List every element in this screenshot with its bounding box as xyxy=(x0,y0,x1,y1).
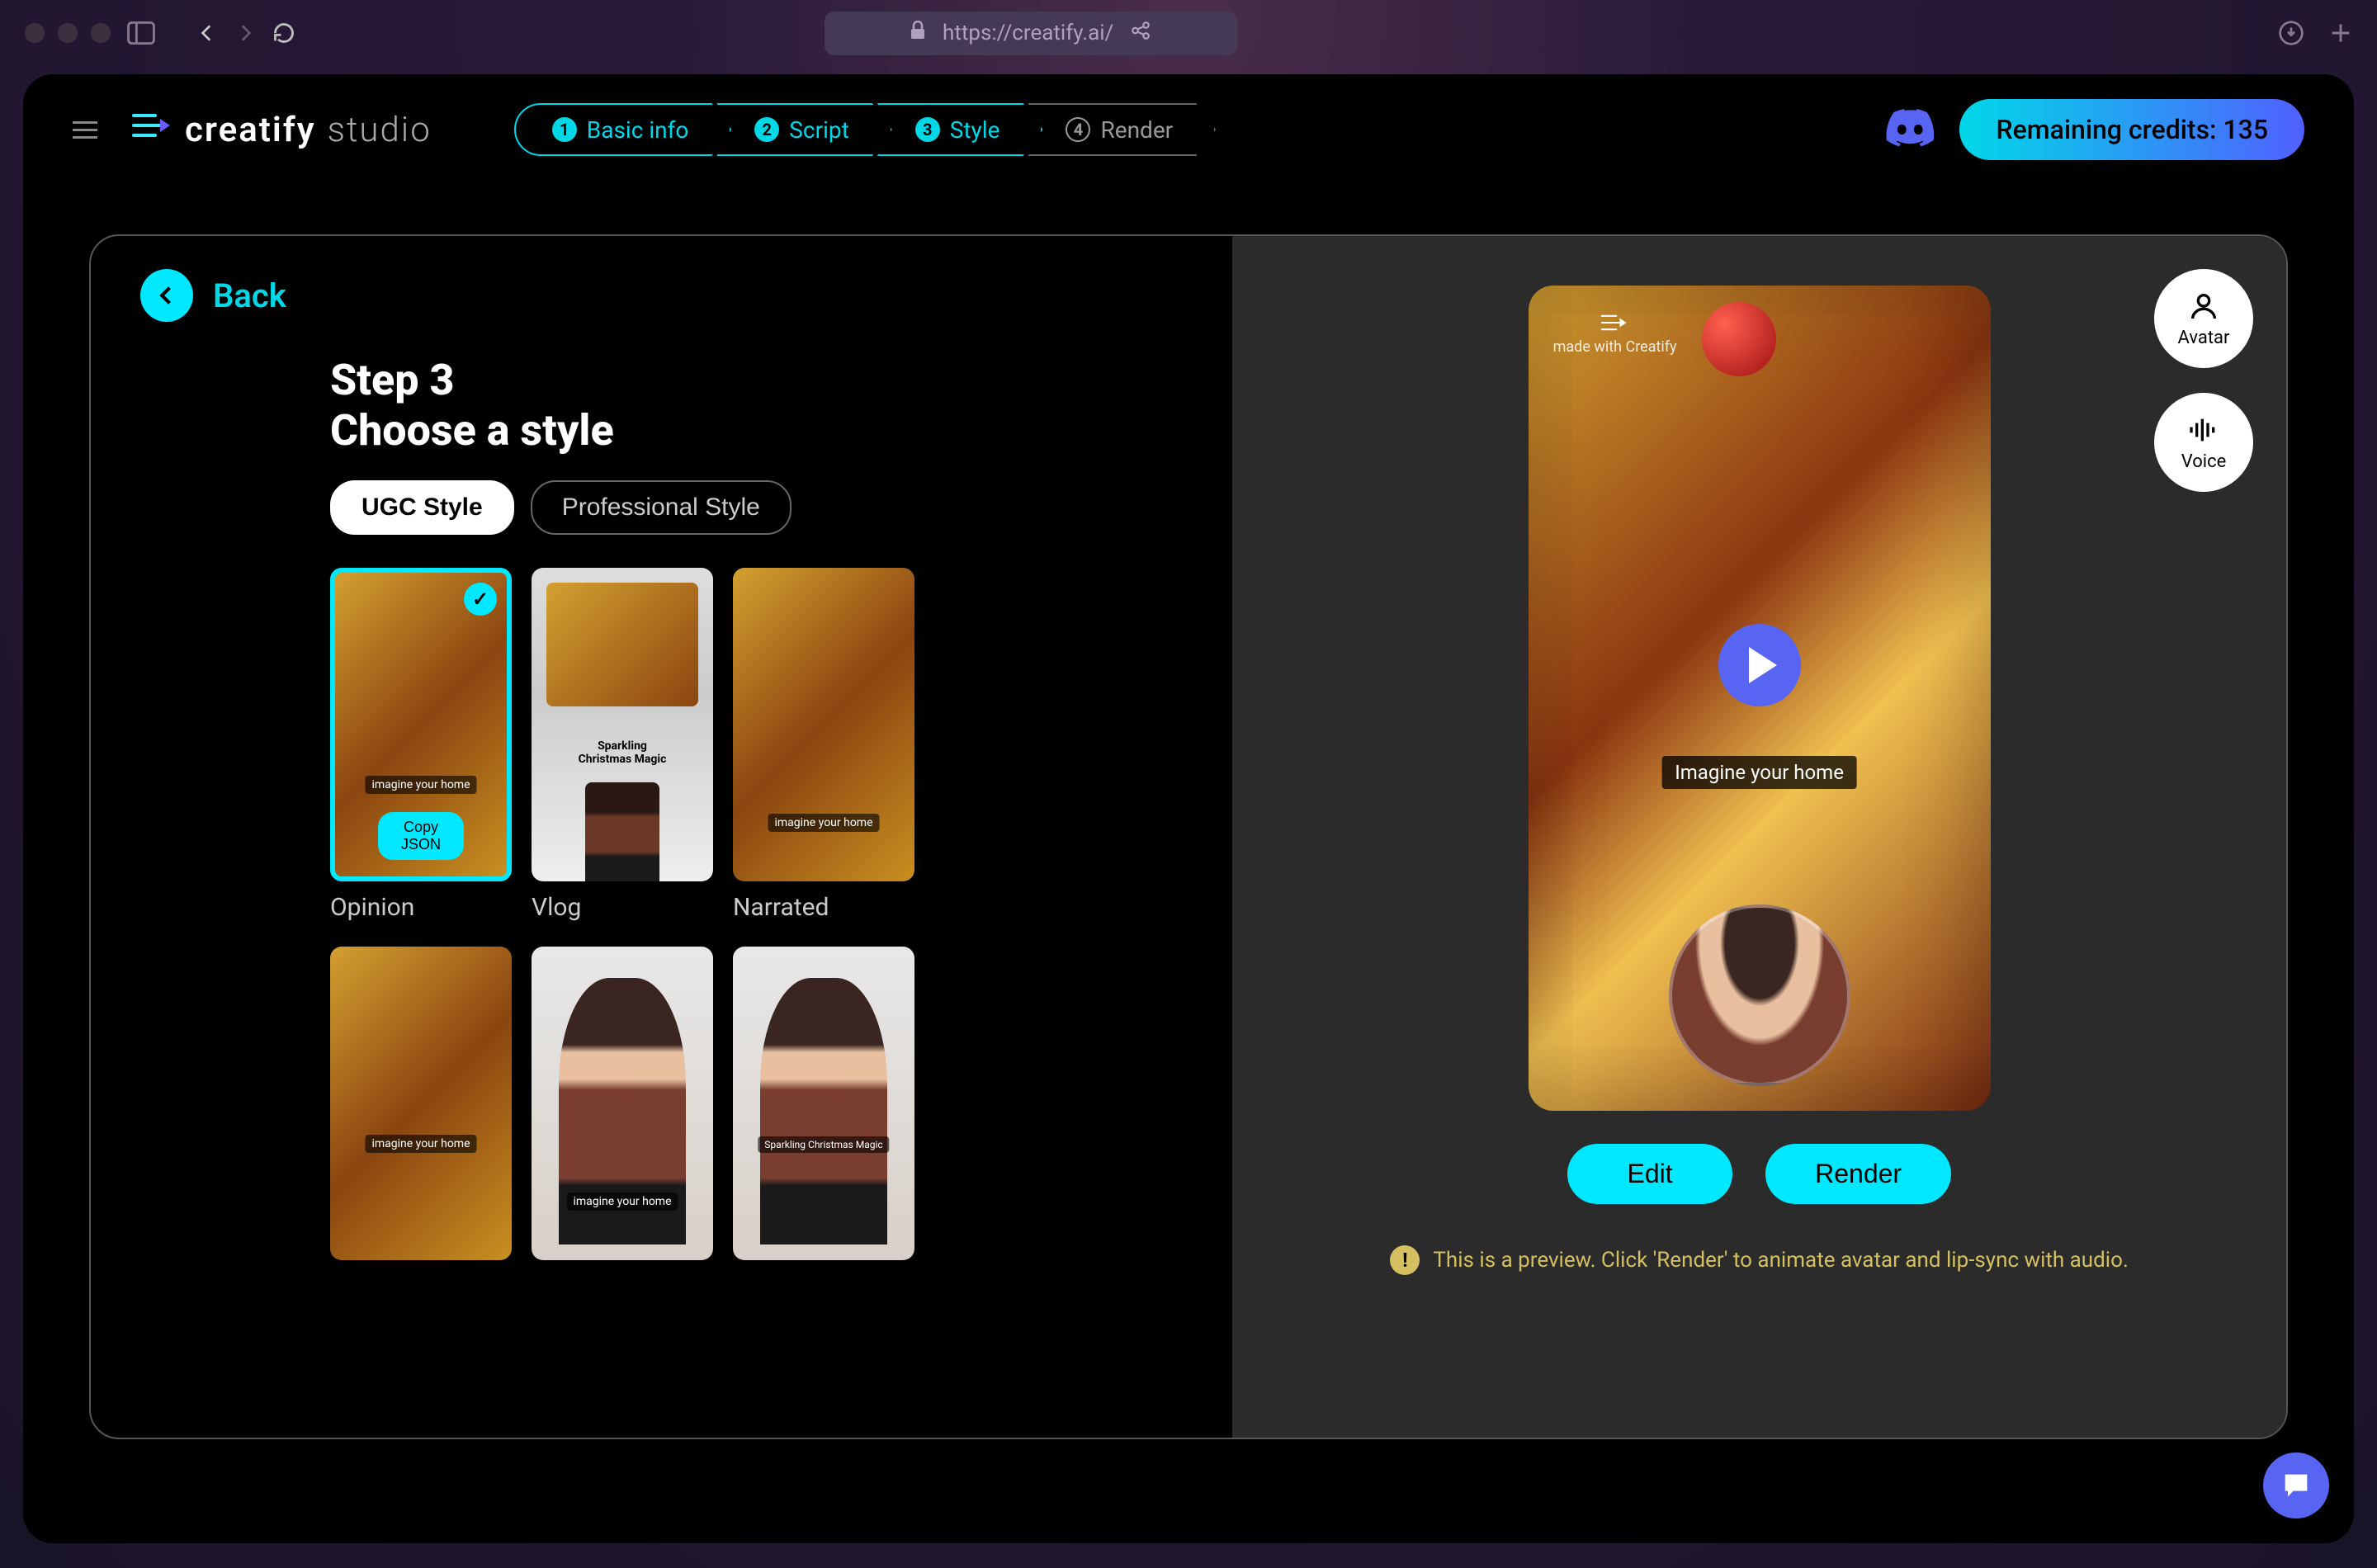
style-card-5[interactable]: imagine your home xyxy=(532,947,713,1260)
selected-check-icon: ✓ xyxy=(464,583,497,616)
step-subheading: Choose a style xyxy=(330,405,1183,456)
step-script[interactable]: 2 Script xyxy=(716,103,891,156)
left-pane: Back Step 3 Choose a style UGC Style Pro… xyxy=(91,236,1232,1438)
logo[interactable]: creatify studio xyxy=(130,107,432,153)
reload-icon[interactable] xyxy=(272,21,295,45)
vlog-avatar-icon xyxy=(585,782,659,881)
back-button[interactable] xyxy=(140,269,193,322)
ornament-decoration xyxy=(1702,302,1776,376)
style-card-narrated[interactable]: imagine your home Narrated xyxy=(733,568,914,922)
nav-forward-icon[interactable] xyxy=(234,22,256,44)
topbar: creatify studio 1 Basic info 2 Script 3 … xyxy=(23,74,2354,185)
sidebar-toggle-icon[interactable] xyxy=(127,21,155,45)
logo-text: creatify xyxy=(185,110,316,150)
logo-mark-icon xyxy=(130,107,177,153)
preview-card[interactable]: made with Creatify Imagine your home xyxy=(1529,286,1991,1111)
preview-caption: Imagine your home xyxy=(1661,756,1857,789)
preview-note: ! This is a preview. Click 'Render' to a… xyxy=(1390,1245,2128,1275)
discord-icon[interactable] xyxy=(1885,108,1935,151)
thumb-opinion[interactable]: ✓ imagine your home Copy JSON xyxy=(330,568,512,881)
step-heading: Step 3 xyxy=(330,355,1183,405)
thumb-6[interactable]: Sparkling Christmas Magic xyxy=(733,947,914,1260)
thumb-narrated[interactable]: imagine your home xyxy=(733,568,914,881)
downloads-icon[interactable] xyxy=(2278,20,2304,46)
play-button[interactable] xyxy=(1718,624,1801,706)
step-style[interactable]: 3 Style xyxy=(877,103,1043,156)
nav-back-icon[interactable] xyxy=(196,22,218,44)
step-render[interactable]: 4 Render xyxy=(1028,103,1216,156)
window-controls xyxy=(25,23,111,43)
step-basic-info[interactable]: 1 Basic info xyxy=(514,103,732,156)
style-card-6[interactable]: Sparkling Christmas Magic xyxy=(733,947,914,1260)
browser-chrome: https://creatify.ai/ xyxy=(0,0,2377,66)
thumb-5[interactable]: imagine your home xyxy=(532,947,713,1260)
lock-icon xyxy=(910,21,926,46)
share-icon[interactable] xyxy=(1130,20,1151,47)
card-label-narrated: Narrated xyxy=(733,893,914,922)
back-label[interactable]: Back xyxy=(213,276,286,315)
render-button[interactable]: Render xyxy=(1765,1144,1951,1204)
style-grid: ✓ imagine your home Copy JSON Opinion Sp… xyxy=(330,568,1183,1260)
close-window-icon[interactable] xyxy=(25,23,45,43)
preview-avatar-bubble xyxy=(1669,904,1850,1086)
thumb-vlog[interactable]: SparklingChristmas Magic xyxy=(532,568,713,881)
edit-button[interactable]: Edit xyxy=(1567,1144,1732,1204)
play-icon xyxy=(1749,647,1777,683)
minimize-window-icon[interactable] xyxy=(58,23,78,43)
chat-widget-icon[interactable] xyxy=(2263,1452,2329,1518)
right-pane: Avatar Voice made with Creatify Imagine … xyxy=(1232,236,2286,1438)
warning-icon: ! xyxy=(1390,1245,1420,1275)
maximize-window-icon[interactable] xyxy=(91,23,111,43)
preview-watermark: made with Creatify xyxy=(1553,310,1677,356)
menu-icon[interactable] xyxy=(73,121,97,139)
copy-json-button[interactable]: Copy JSON xyxy=(378,812,464,860)
card-label-opinion: Opinion xyxy=(330,893,512,922)
new-tab-icon[interactable] xyxy=(2329,21,2352,45)
style-card-opinion[interactable]: ✓ imagine your home Copy JSON Opinion xyxy=(330,568,512,922)
stepper: 1 Basic info 2 Script 3 Style 4 Render xyxy=(514,103,1216,156)
main-panel: Back Step 3 Choose a style UGC Style Pro… xyxy=(89,234,2288,1439)
thumb-4[interactable]: imagine your home xyxy=(330,947,512,1260)
tab-ugc-style[interactable]: UGC Style xyxy=(330,480,514,535)
url-bar[interactable]: https://creatify.ai/ xyxy=(825,12,1237,55)
credits-pill[interactable]: Remaining credits: 135 xyxy=(1959,99,2304,160)
card-label-vlog: Vlog xyxy=(532,893,713,922)
style-card-4[interactable]: imagine your home xyxy=(330,947,512,1260)
voice-button[interactable]: Voice xyxy=(2154,393,2253,492)
tab-professional-style[interactable]: Professional Style xyxy=(531,480,792,535)
style-tabs: UGC Style Professional Style xyxy=(330,480,1183,535)
avatar-button[interactable]: Avatar xyxy=(2154,269,2253,368)
app-container: creatify studio 1 Basic info 2 Script 3 … xyxy=(23,74,2354,1543)
style-card-vlog[interactable]: SparklingChristmas Magic Vlog xyxy=(532,568,713,922)
url-text: https://creatify.ai/ xyxy=(943,21,1113,45)
logo-suffix: studio xyxy=(328,110,432,150)
